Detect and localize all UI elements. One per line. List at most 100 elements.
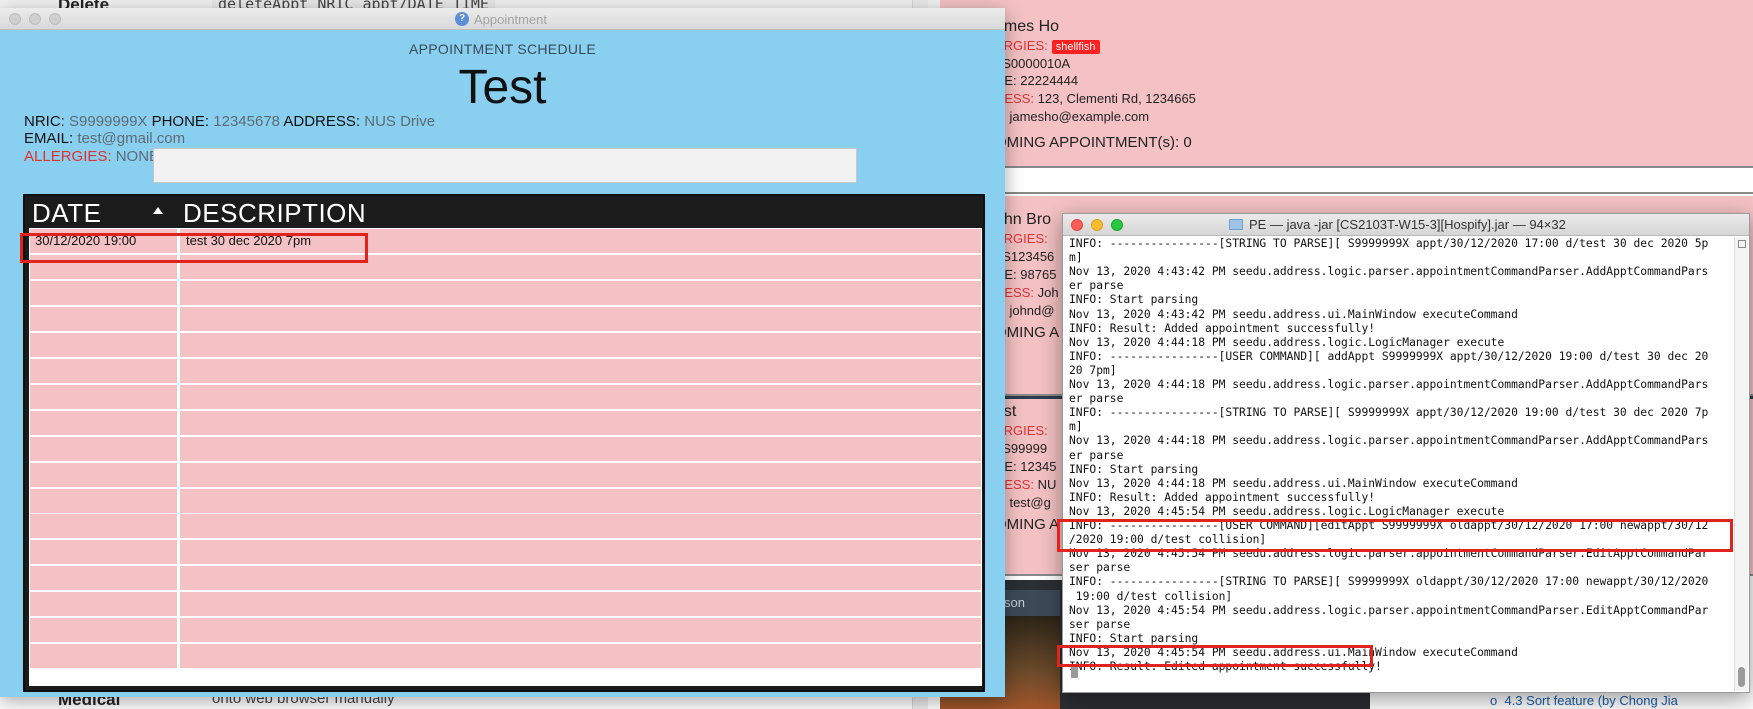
patient-address: RESS: 123, Clementi Rd, 1234665 bbox=[995, 91, 1196, 106]
terminal-line: Nov 13, 2020 4:45:54 PM seedu.address.lo… bbox=[1069, 504, 1505, 518]
terminal-line: er parse bbox=[1069, 279, 1124, 293]
nric-label: NRIC: bbox=[24, 113, 65, 130]
terminal-line: m] bbox=[1069, 251, 1083, 265]
table-row[interactable] bbox=[29, 592, 982, 617]
table-row[interactable] bbox=[29, 618, 982, 643]
allergies-label: ALLERGIES: bbox=[24, 148, 112, 165]
description-cell bbox=[180, 306, 981, 331]
appointment-title-wrap: ? Appointment bbox=[455, 11, 547, 27]
appointment-window: ? Appointment APPOINTMENT SCHEDULE Test … bbox=[0, 8, 1005, 697]
patient-card[interactable]: ames Ho ERGIES: shellfish : S0000010A NE:… bbox=[940, 0, 1753, 168]
question-icon: ? bbox=[455, 12, 469, 26]
terminal-line: Nov 13, 2020 4:43:42 PM seedu.address.ui… bbox=[1069, 307, 1518, 321]
terminal-line: 19:00 d/test collision] bbox=[1069, 589, 1233, 603]
description-cell bbox=[180, 488, 981, 513]
table-row[interactable] bbox=[29, 306, 982, 331]
terminal-line: INFO: Result: Added appointment successf… bbox=[1069, 490, 1376, 504]
terminal-line: m] bbox=[1069, 420, 1083, 434]
email-value: test@gmail.com bbox=[77, 130, 186, 147]
address-label: ADDRESS: bbox=[283, 113, 361, 130]
minimize-button[interactable] bbox=[1091, 219, 1103, 231]
scroll-thumb[interactable] bbox=[1738, 667, 1745, 687]
date-cell bbox=[30, 592, 177, 617]
date-cell bbox=[30, 540, 177, 565]
description-cell bbox=[180, 384, 981, 409]
scroll-up-icon[interactable] bbox=[1738, 240, 1746, 248]
description-cell bbox=[180, 436, 981, 461]
date-cell bbox=[30, 358, 177, 383]
table-body: 30/12/2020 19:00 test 30 dec 2020 7pm bbox=[29, 228, 982, 686]
description-cell bbox=[180, 514, 981, 539]
patient-nric: : S0000010A bbox=[995, 56, 1071, 71]
description-cell bbox=[180, 332, 981, 357]
schedule-header: APPOINTMENT SCHEDULE bbox=[409, 41, 596, 57]
appointment-table: DATE DESCRIPTION 30/12/2020 19:00 test 30… bbox=[23, 194, 985, 692]
terminal-line: INFO: ----------------[STRING TO PARSE][… bbox=[1069, 575, 1709, 589]
terminal-scrollbar[interactable] bbox=[1734, 237, 1748, 691]
date-cell bbox=[30, 410, 177, 435]
sort-ascending-icon[interactable] bbox=[153, 207, 163, 214]
terminal-window: PE — java -jar [CS2103T-W15-3][Hospify].… bbox=[1057, 213, 1750, 693]
email-label: EMAIL: bbox=[24, 130, 74, 147]
table-row[interactable] bbox=[29, 488, 982, 513]
description-cell bbox=[180, 592, 981, 617]
allergies-line: ALLERGIES: NONE bbox=[24, 148, 159, 165]
terminal-line: INFO: ----------------[USER COMMAND][ ad… bbox=[1069, 349, 1709, 363]
phone-label: PHONE: bbox=[151, 113, 210, 130]
list-gap bbox=[940, 170, 1753, 194]
table-row[interactable] bbox=[29, 566, 982, 591]
patient-upcoming: OMING APPOINTMENT(s): 0 bbox=[995, 134, 1192, 151]
close-button[interactable] bbox=[1071, 219, 1083, 231]
table-row[interactable] bbox=[29, 384, 982, 409]
terminal-line: Nov 13, 2020 4:44:18 PM seedu.address.lo… bbox=[1069, 434, 1709, 448]
terminal-output[interactable]: INFO: ----------------[STRING TO PARSE][… bbox=[1067, 237, 1731, 691]
description-cell bbox=[180, 566, 981, 591]
description-cell bbox=[180, 540, 981, 565]
close-button[interactable] bbox=[9, 13, 21, 25]
table-row[interactable] bbox=[29, 332, 982, 357]
appointment-window-title: Appointment bbox=[474, 11, 547, 27]
date-column-header[interactable]: DATE bbox=[32, 196, 162, 228]
toc-item-text: 4.3 Sort feature (by Chong Jia bbox=[1504, 693, 1678, 708]
minimize-button[interactable] bbox=[29, 13, 41, 25]
annotation-highlight-command bbox=[1057, 519, 1733, 552]
table-row[interactable] bbox=[29, 410, 982, 435]
table-row[interactable] bbox=[29, 462, 982, 487]
allergies-box[interactable] bbox=[153, 148, 857, 183]
terminal-line: Nov 13, 2020 4:44:18 PM seedu.address.lo… bbox=[1069, 335, 1505, 349]
annotation-highlight-result bbox=[1057, 645, 1373, 667]
terminal-line: INFO: Result: Added appointment successf… bbox=[1069, 321, 1376, 335]
patient-phone: NE: 22224444 bbox=[995, 73, 1079, 88]
appointment-titlebar[interactable]: ? Appointment bbox=[0, 8, 1005, 30]
terminal-title-wrap: PE — java -jar [CS2103T-W15-3][Hospify].… bbox=[1229, 217, 1566, 232]
terminal-line: INFO: Start parsing bbox=[1069, 631, 1199, 645]
description-cell bbox=[180, 410, 981, 435]
date-cell bbox=[30, 488, 177, 513]
terminal-titlebar[interactable]: PE — java -jar [CS2103T-W15-3][Hospify].… bbox=[1063, 214, 1749, 236]
terminal-line: INFO: Start parsing bbox=[1069, 462, 1199, 476]
table-row[interactable] bbox=[29, 358, 982, 383]
table-row[interactable] bbox=[29, 540, 982, 565]
description-cell bbox=[180, 618, 981, 643]
description-column-header[interactable]: DESCRIPTION bbox=[183, 196, 783, 228]
zoom-button[interactable] bbox=[1111, 219, 1123, 231]
toc-item[interactable]: o 4.3 Sort feature (by Chong Jia bbox=[1490, 693, 1678, 708]
table-row[interactable] bbox=[29, 514, 982, 539]
date-cell bbox=[30, 644, 177, 669]
description-cell bbox=[180, 358, 981, 383]
date-cell bbox=[30, 514, 177, 539]
table-row[interactable] bbox=[29, 644, 982, 669]
description-cell bbox=[180, 644, 981, 669]
patient-email: L: jamesho@example.com bbox=[995, 109, 1150, 124]
terminal-line: INFO: Start parsing bbox=[1069, 293, 1199, 307]
terminal-line: Nov 13, 2020 4:44:18 PM seedu.address.lo… bbox=[1069, 378, 1709, 391]
address-value: Joh bbox=[1037, 285, 1059, 300]
date-cell bbox=[30, 280, 177, 305]
zoom-button[interactable] bbox=[49, 13, 61, 25]
table-row[interactable] bbox=[29, 436, 982, 461]
terminal-line: INFO: ----------------[STRING TO PARSE][… bbox=[1069, 406, 1709, 420]
table-row[interactable] bbox=[29, 280, 982, 305]
address-value: NU bbox=[1037, 477, 1057, 492]
terminal-line: ser parse bbox=[1069, 561, 1131, 575]
terminal-line: 20 7pm] bbox=[1069, 363, 1117, 377]
